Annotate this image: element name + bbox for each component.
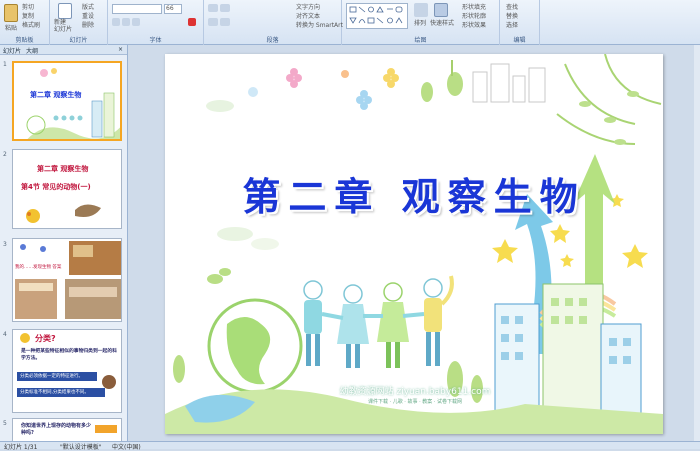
thumb-5-badge xyxy=(95,425,117,433)
dot-orange xyxy=(341,70,349,78)
clipboard-group: 粘贴 剪切 复制 格式刷 剪贴板 xyxy=(0,0,50,45)
thumb-3-caption: 我的……发现生物 答案 xyxy=(15,265,62,270)
font-size-select[interactable]: 66 xyxy=(164,4,182,14)
status-slide-position: 幻灯片 1/31 xyxy=(4,444,38,451)
tab-outline[interactable]: 大纲 xyxy=(26,46,38,55)
child-2 xyxy=(337,284,369,368)
thumb-number: 2 xyxy=(3,151,7,158)
slide-thumbnail-3[interactable]: 我的……发现生物 答案 xyxy=(12,238,122,322)
thumb-number: 3 xyxy=(3,241,7,248)
slide-thumbnail-5[interactable]: 你知道世界上现存的动物有多少种吗? xyxy=(12,418,122,441)
paragraph-group: 文字方向 对齐文本 转换为 SmartArt 段落 xyxy=(204,0,343,45)
slide-thumbnail-2[interactable]: 第二章 观察生物 第4节 常见的动物(一) xyxy=(12,149,122,229)
ribbon: 粘贴 剪切 复制 格式刷 剪贴板 新建 幻灯片 版式 重设 删除 幻灯片 66 … xyxy=(0,0,700,45)
slide-watermark: 幼教资源网站 ziyuan.baby611.com xyxy=(339,387,491,397)
children xyxy=(303,275,454,368)
new-slide-button[interactable]: 新建 幻灯片 xyxy=(54,19,72,33)
text-direction-button[interactable]: 文字方向 xyxy=(296,2,320,11)
paste-icon[interactable] xyxy=(4,4,18,22)
slide-title[interactable]: 第二章 观察生物 xyxy=(165,166,663,221)
slides-group: 新建 幻灯片 版式 重设 删除 幻灯片 xyxy=(50,0,108,45)
font-size-value: 66 xyxy=(166,5,174,12)
quick-styles-button[interactable]: 快速样式 xyxy=(430,18,454,27)
copy-button[interactable]: 复制 xyxy=(22,11,34,20)
shapes-gallery[interactable] xyxy=(346,3,408,29)
smartart-button[interactable]: 转换为 SmartArt xyxy=(296,20,343,29)
status-bar: 幻灯片 1/31 "默认设计模板" 中文(中国) xyxy=(0,441,700,451)
status-theme: "默认设计模板" xyxy=(60,444,102,451)
cloud xyxy=(217,227,253,241)
panel-tabbar: 幻灯片 大纲 × xyxy=(0,45,127,55)
slide-watermark-sub: 课件下载 · 儿歌 · 故事 · 教案 · 试卷下载网 xyxy=(367,399,463,405)
cut-button[interactable]: 剪切 xyxy=(22,2,34,11)
align-text-button[interactable]: 对齐文本 xyxy=(296,11,320,20)
new-slide-icon[interactable] xyxy=(58,3,72,19)
flower-pink xyxy=(286,68,302,88)
thumb-1-title: 第二章 观察生物 xyxy=(30,90,82,99)
vertical-scrollbar[interactable] xyxy=(694,45,700,441)
current-slide[interactable]: 第二章 观察生物 幼教资源网站 ziyuan.baby611.com 课件下载 … xyxy=(165,54,663,434)
delete-button[interactable]: 删除 xyxy=(82,20,94,29)
slides-group-label: 幻灯片 xyxy=(69,37,88,44)
layout-button[interactable]: 版式 xyxy=(82,2,94,11)
shape-outline-button[interactable]: 形状轮廓 xyxy=(462,11,486,20)
bullets-icon[interactable] xyxy=(208,4,218,12)
paste-button[interactable]: 粘贴 xyxy=(5,23,17,32)
vines xyxy=(556,54,662,145)
slide-editing-area: 第二章 观察生物 幼教资源网站 ziyuan.baby611.com 课件下载 … xyxy=(129,45,700,441)
slide-artwork xyxy=(165,54,663,434)
tab-slides[interactable]: 幻灯片 xyxy=(3,46,21,55)
flower-blue xyxy=(356,90,372,110)
replace-button[interactable]: 替换 xyxy=(506,11,518,20)
thumb-2-animals xyxy=(26,204,101,223)
dot-lightblue xyxy=(248,87,258,97)
thumb-number: 5 xyxy=(3,420,7,427)
thumb-number: 1 xyxy=(3,61,7,68)
underline-icon[interactable] xyxy=(132,18,140,26)
paragraph-group-label: 段落 xyxy=(266,37,279,44)
font-group: 66 字体 xyxy=(108,0,204,45)
italic-icon[interactable] xyxy=(122,18,130,26)
reset-button[interactable]: 重设 xyxy=(82,11,94,20)
arrange-icon[interactable] xyxy=(414,3,428,17)
font-color-icon[interactable] xyxy=(188,18,196,26)
find-button[interactable]: 查找 xyxy=(506,2,518,11)
flower-yellow xyxy=(383,68,399,88)
editing-group: 查找 替换 选择 编辑 xyxy=(500,0,540,45)
drawing-group-label: 绘图 xyxy=(414,37,427,44)
city-outline-top xyxy=(472,63,546,103)
thumb-number: 4 xyxy=(3,331,7,338)
slide-thumbnail-1[interactable]: 第二章 观察生物 xyxy=(12,61,122,141)
status-language: 中文(中国) xyxy=(112,444,141,451)
slide-thumbnail-panel: 幻灯片 大纲 × 1 第二章 观察生物 2 第二章 观察生物 第4节 常见的动物… xyxy=(0,45,128,441)
thumb-1-art xyxy=(26,68,120,139)
shape-effects-button[interactable]: 形状效果 xyxy=(462,20,486,29)
cloud xyxy=(251,238,279,250)
drawing-group: 排列 快速样式 形状填充 形状轮廓 形状效果 绘图 xyxy=(342,0,500,45)
font-group-label: 字体 xyxy=(149,37,162,44)
font-name-select[interactable] xyxy=(112,4,162,14)
numbering-icon[interactable] xyxy=(220,4,230,12)
child-3 xyxy=(377,282,409,368)
panel-close-icon[interactable]: × xyxy=(118,46,123,53)
quick-styles-icon[interactable] xyxy=(434,3,448,17)
editing-group-label: 编辑 xyxy=(513,37,526,44)
child-4 xyxy=(423,275,454,366)
select-button[interactable]: 选择 xyxy=(506,20,518,29)
clipboard-group-label: 剪贴板 xyxy=(15,37,34,44)
bold-icon[interactable] xyxy=(112,18,120,26)
thumb-4-flower xyxy=(20,333,116,389)
arrange-button[interactable]: 排列 xyxy=(414,18,426,27)
slide-thumbnail-4[interactable]: 分类? 是一种把某些特征相似的事物归类到一起的科学方法。 分类必须依据一定的特征… xyxy=(12,329,122,413)
thumb-5-text: 你知道世界上现存的动物有多少种吗? xyxy=(21,423,92,436)
hanging-leaves xyxy=(421,60,463,102)
shape-fill-button[interactable]: 形状填充 xyxy=(462,2,486,11)
format-painter-button[interactable]: 格式刷 xyxy=(22,20,40,29)
cloud xyxy=(206,100,234,112)
align-center-icon[interactable] xyxy=(220,18,230,26)
thumb-3-photos xyxy=(15,241,121,319)
child-1 xyxy=(303,280,323,366)
align-left-icon[interactable] xyxy=(208,18,218,26)
